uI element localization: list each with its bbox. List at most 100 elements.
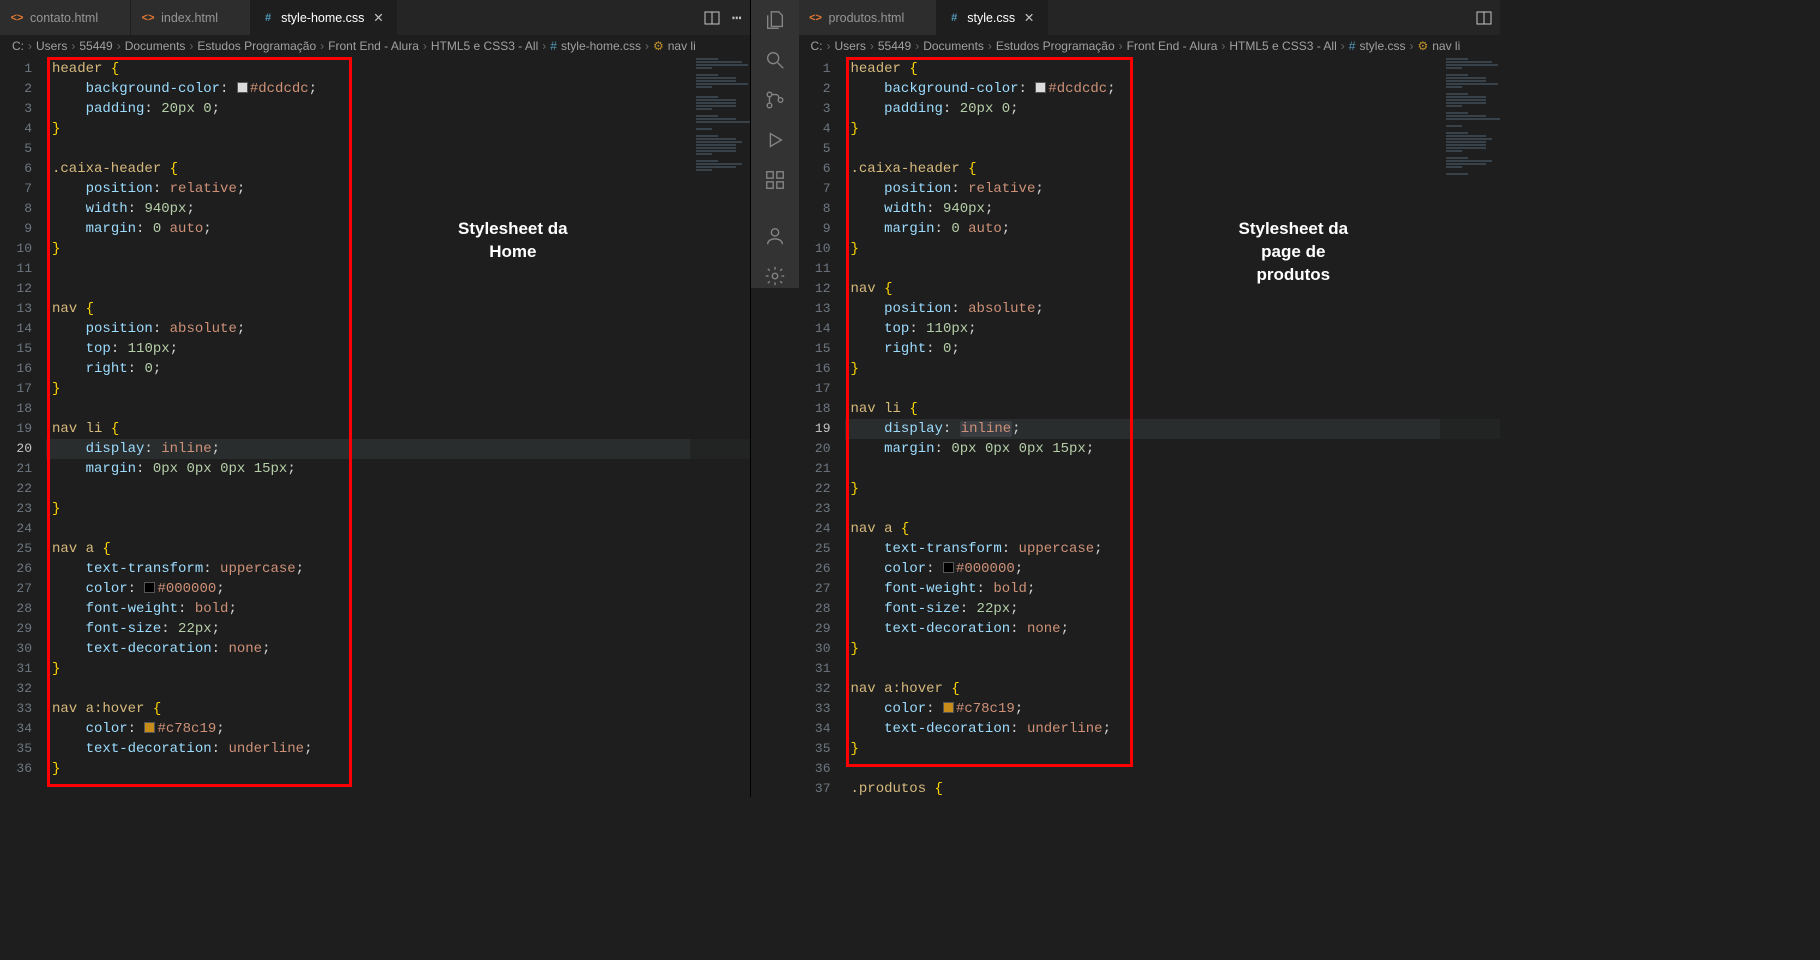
code-line[interactable]: color: #c78c19;	[845, 699, 1501, 719]
breadcrumb-segment[interactable]: Documents	[125, 39, 186, 53]
code-line[interactable]	[46, 479, 750, 499]
code-line[interactable]	[46, 139, 750, 159]
more-icon[interactable]: ⋯	[732, 8, 742, 28]
split-editor-icon[interactable]	[1476, 10, 1492, 26]
code-line[interactable]: nav li {	[46, 419, 750, 439]
code-line[interactable]: }	[845, 639, 1501, 659]
code-line[interactable]: .caixa-header {	[46, 159, 750, 179]
code-line[interactable]: .produtos {	[845, 779, 1501, 797]
code-line[interactable]: text-decoration: none;	[845, 619, 1501, 639]
minimap[interactable]	[690, 57, 750, 797]
code-area[interactable]: header { background-color: #dcdcdc; padd…	[46, 57, 750, 797]
code-line[interactable]: }	[845, 479, 1501, 499]
code-line[interactable]: }	[845, 739, 1501, 759]
breadcrumb-segment[interactable]: Estudos Programação	[996, 39, 1115, 53]
code-line[interactable]: right: 0;	[845, 339, 1501, 359]
code-line[interactable]: color: #000000;	[46, 579, 750, 599]
breadcrumb-segment[interactable]: C:	[811, 39, 823, 53]
code-line[interactable]: text-transform: uppercase;	[46, 559, 750, 579]
code-line[interactable]: background-color: #dcdcdc;	[46, 79, 750, 99]
code-line[interactable]: }	[845, 119, 1501, 139]
code-line[interactable]: font-weight: bold;	[46, 599, 750, 619]
breadcrumb-segment[interactable]: C:	[12, 39, 24, 53]
accounts-icon[interactable]	[763, 224, 787, 248]
code-line[interactable]: nav a:hover {	[46, 699, 750, 719]
color-swatch[interactable]	[144, 582, 155, 593]
code-line[interactable]	[845, 259, 1501, 279]
code-line[interactable]: }	[845, 359, 1501, 379]
code-line[interactable]: position: relative;	[46, 179, 750, 199]
editor-left[interactable]: 1234567891011121314151617181920212223242…	[0, 57, 750, 797]
code-line[interactable]: display: inline;	[46, 439, 750, 459]
code-line[interactable]: header {	[46, 59, 750, 79]
code-line[interactable]: margin: 0px 0px 0px 15px;	[845, 439, 1501, 459]
code-line[interactable]: width: 940px;	[845, 199, 1501, 219]
code-line[interactable]: .caixa-header {	[845, 159, 1501, 179]
breadcrumb-segment[interactable]: 55449	[878, 39, 911, 53]
editor-right[interactable]: 1234567891011121314151617181920212223242…	[799, 57, 1501, 797]
code-line[interactable]	[46, 259, 750, 279]
run-debug-icon[interactable]	[763, 128, 787, 152]
breadcrumb-segment[interactable]: nav li	[668, 39, 696, 53]
code-line[interactable]: header {	[845, 59, 1501, 79]
color-swatch[interactable]	[943, 702, 954, 713]
source-control-icon[interactable]	[763, 88, 787, 112]
code-line[interactable]	[46, 679, 750, 699]
code-line[interactable]: }	[845, 239, 1501, 259]
tab-style-css[interactable]: #style.css✕	[937, 0, 1048, 35]
code-line[interactable]: }	[46, 659, 750, 679]
code-line[interactable]: position: absolute;	[845, 299, 1501, 319]
code-line[interactable]: text-decoration: underline;	[845, 719, 1501, 739]
code-line[interactable]: }	[46, 499, 750, 519]
code-line[interactable]	[845, 659, 1501, 679]
code-line[interactable]: font-size: 22px;	[845, 599, 1501, 619]
search-icon[interactable]	[763, 48, 787, 72]
code-line[interactable]: padding: 20px 0;	[845, 99, 1501, 119]
extensions-icon[interactable]	[763, 168, 787, 192]
tab-contato-html[interactable]: <>contato.html✕	[0, 0, 131, 35]
code-line[interactable]: text-transform: uppercase;	[845, 539, 1501, 559]
code-line[interactable]: font-weight: bold;	[845, 579, 1501, 599]
code-line[interactable]: position: relative;	[845, 179, 1501, 199]
breadcrumb-segment[interactable]: style-home.css	[561, 39, 641, 53]
breadcrumb-segment[interactable]: Front End - Alura	[1127, 39, 1218, 53]
code-line[interactable]	[46, 279, 750, 299]
code-line[interactable]: }	[46, 239, 750, 259]
color-swatch[interactable]	[237, 82, 248, 93]
breadcrumb-segment[interactable]: HTML5 e CSS3 - All	[431, 39, 538, 53]
breadcrumb-segment[interactable]: nav li	[1432, 39, 1460, 53]
code-line[interactable]: text-decoration: none;	[46, 639, 750, 659]
breadcrumb-segment[interactable]: HTML5 e CSS3 - All	[1229, 39, 1336, 53]
code-line[interactable]: text-decoration: underline;	[46, 739, 750, 759]
breadcrumb-segment[interactable]: style.css	[1359, 39, 1405, 53]
breadcrumbs-left[interactable]: C:›Users›55449›Documents›Estudos Program…	[0, 35, 750, 57]
code-line[interactable]: nav a {	[845, 519, 1501, 539]
breadcrumb-segment[interactable]: 55449	[79, 39, 112, 53]
code-line[interactable]: margin: 0 auto;	[46, 219, 750, 239]
code-line[interactable]: }	[46, 759, 750, 779]
code-line[interactable]: nav a {	[46, 539, 750, 559]
code-line[interactable]: nav li {	[845, 399, 1501, 419]
color-swatch[interactable]	[144, 722, 155, 733]
minimap[interactable]	[1440, 57, 1500, 797]
breadcrumb-segment[interactable]: Estudos Programação	[197, 39, 316, 53]
code-line[interactable]	[845, 499, 1501, 519]
settings-gear-icon[interactable]	[763, 264, 787, 288]
code-line[interactable]: top: 110px;	[46, 339, 750, 359]
code-line[interactable]	[845, 459, 1501, 479]
code-line[interactable]: padding: 20px 0;	[46, 99, 750, 119]
code-line[interactable]: display: inline;	[845, 419, 1501, 439]
code-line[interactable]	[46, 519, 750, 539]
code-line[interactable]: }	[46, 119, 750, 139]
close-icon[interactable]: ✕	[1021, 10, 1037, 26]
breadcrumb-segment[interactable]: Front End - Alura	[328, 39, 419, 53]
code-line[interactable]: nav {	[845, 279, 1501, 299]
tab-style-home-css[interactable]: #style-home.css✕	[251, 0, 397, 35]
breadcrumb-segment[interactable]: Users	[835, 39, 866, 53]
code-area[interactable]: header { background-color: #dcdcdc; padd…	[845, 57, 1501, 797]
code-line[interactable]: top: 110px;	[845, 319, 1501, 339]
breadcrumb-segment[interactable]: Users	[36, 39, 67, 53]
code-line[interactable]: font-size: 22px;	[46, 619, 750, 639]
code-line[interactable]: margin: 0 auto;	[845, 219, 1501, 239]
code-line[interactable]	[845, 379, 1501, 399]
